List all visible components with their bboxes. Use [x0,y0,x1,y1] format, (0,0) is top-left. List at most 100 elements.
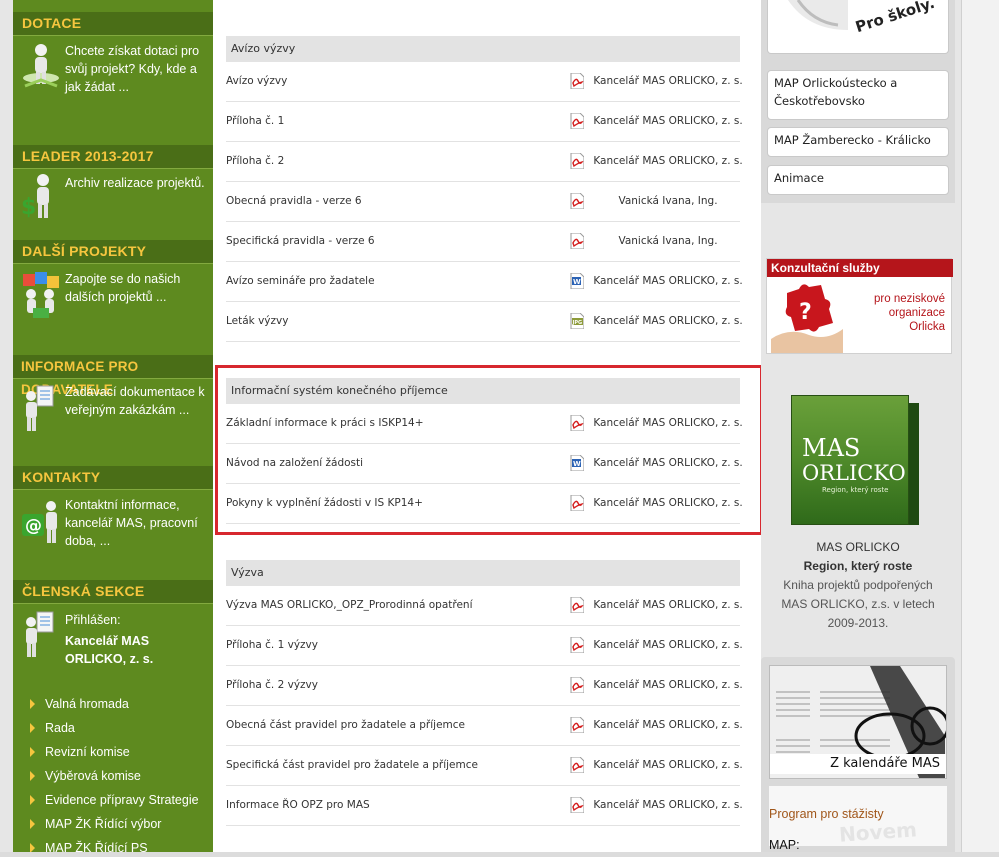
document-author: Vanická Ivana, Ing. [618,235,718,247]
document-name-link[interactable]: Obecná část pravidel pro žadatele a příj… [226,719,465,731]
document-name-link[interactable]: Příloha č. 1 výzvy [226,639,318,651]
document-person-icon [26,385,54,431]
pdf-icon[interactable] [570,152,585,170]
menu-map-zk-ridici-vybor[interactable]: MAP ŽK Řídící výbor [30,814,161,834]
pdf-icon[interactable] [570,636,585,654]
svg-text:W: W [573,278,581,286]
arrow-right-icon [30,795,35,805]
document-name-link[interactable]: Informace ŘO OPZ pro MAS [226,799,370,811]
kalendar-banner[interactable]: Z kalendáře MAS [769,665,947,779]
document-name-link[interactable]: Avízo semináře pro žadatele [226,275,375,287]
block-header-vyzva: Výzva [226,560,740,586]
link-map-orlickoustecko[interactable]: MAP Orlickoústecko a Českotřebovsko [767,70,949,120]
pdf-icon[interactable] [570,192,585,210]
section-title-dalsi-projekty[interactable]: DALŠÍ PROJEKTY [13,240,213,263]
document-row[interactable]: Příloha č. 1 výzvy Kancelář MAS ORLICKO, … [226,626,743,666]
section-text-kontakty[interactable]: Kontaktní informace, kancelář MAS, praco… [65,496,211,550]
document-row[interactable]: Obecná pravidla - verze 6 Vanická Ivana, … [226,182,740,222]
document-author: Kancelář MAS ORLICKO, z. s. [593,719,743,731]
document-name-link[interactable]: Příloha č. 2 výzvy [226,679,318,691]
section-text-dodavatele[interactable]: Zadávací dokumentace k veřejným zakázkám… [65,383,211,419]
money-person-icon: $ [21,174,49,220]
pro-skoly-banner[interactable]: Pro školy. [767,0,949,54]
svg-text:JPG: JPG [572,320,583,326]
document-row[interactable]: Obecná část pravidel pro žadatele a příj… [226,706,743,746]
section-title-dotace[interactable]: DOTACE [13,12,213,35]
book-title: MAS ORLICKO [816,540,900,554]
pdf-icon[interactable] [570,756,585,774]
book-cover[interactable]: MAS ORLICKO Region, který roste [791,395,919,525]
pdf-icon[interactable] [570,676,585,694]
document-name-link[interactable]: Příloha č. 1 [226,115,284,127]
document-name-link[interactable]: Obecná pravidla - verze 6 [226,195,362,207]
document-row[interactable]: Výzva MAS ORLICKO,_OPZ_Prorodinná opatře… [226,586,743,626]
document-name-link[interactable]: Avízo výzvy [226,75,287,87]
pdf-icon[interactable] [570,716,585,734]
document-row[interactable]: Příloha č. 1 Kancelář MAS ORLICKO, z. s. [226,102,743,142]
jpg-icon[interactable]: JPG [570,312,585,330]
section-text-leader[interactable]: Archiv realizace projektů. [65,174,211,192]
konzultacni-sluzby-banner[interactable]: Konzultační služby ? pro neziskové organ… [766,258,953,354]
pdf-icon[interactable] [570,596,585,614]
pdf-icon[interactable] [570,72,585,90]
book-subtitle: Region, který roste [803,559,913,573]
section-title-kontakty[interactable]: KONTAKTY [13,466,213,489]
link-animace[interactable]: Animace [767,165,949,195]
email-at-icon: @ [22,501,57,543]
svg-text:$: $ [21,195,36,220]
document-row[interactable]: Specifická pravidla - verze 6 Vanická Iva… [226,222,740,262]
member-person-icon [26,611,54,657]
document-author: Kancelář MAS ORLICKO, z. s. [593,155,743,167]
document-author: Kancelář MAS ORLICKO, z. s. [593,115,743,127]
section-text-dotace[interactable]: Chcete získat dotaci pro svůj projekt? K… [65,42,211,96]
document-row[interactable]: Avízo semináře pro žadatele W Kancelář MAS… [226,262,743,302]
document-author: Kancelář MAS ORLICKO, z. s. [593,75,743,87]
document-name-link[interactable]: Příloha č. 2 [226,155,284,167]
svg-text:@: @ [25,516,42,536]
section-text-dalsi-projekty[interactable]: Zapojte se do našich dalších projektů ..… [65,270,211,306]
document-author: Kancelář MAS ORLICKO, z. s. [593,315,743,327]
document-name-link[interactable]: Leták výzvy [226,315,288,327]
menu-revizni-komise[interactable]: Revizní komise [30,742,130,762]
bottom-edge [0,852,999,857]
left-sidebar: DOTACE Chcete získat dotaci pro svůj pro… [13,0,213,857]
word-icon[interactable]: W [570,272,585,290]
menu-evidence-strategie[interactable]: Evidence přípravy Strategie [30,790,199,810]
puzzle-hand-icon: ? [771,284,843,353]
document-row[interactable]: Specifická část pravidel pro žadatele a … [226,746,743,786]
highlight-frame [215,365,763,535]
logged-user: Kancelář MAS ORLICKO, z. s. [65,634,154,666]
menu-valna-hromada[interactable]: Valná hromada [30,694,129,714]
section-title-dodavatele[interactable]: INFORMACE PRO DODAVATELE [13,355,213,397]
block-header-avizo: Avízo výzvy [226,36,740,62]
arrow-right-icon [30,771,35,781]
document-row[interactable]: Příloha č. 2 výzvy Kancelář MAS ORLICKO, … [226,666,743,706]
section-title-leader[interactable]: LEADER 2013-2017 [13,145,213,168]
pdf-icon[interactable] [570,796,585,814]
document-row[interactable]: Avízo výzvy Kancelář MAS ORLICKO, z. s. [226,62,743,102]
document-row[interactable]: Leták výzvy JPG Kancelář MAS ORLICKO, z. s… [226,302,743,342]
program-title[interactable]: Program pro stážisty [769,807,884,821]
document-row[interactable]: Příloha č. 2 Kancelář MAS ORLICKO, z. s. [226,142,743,182]
document-name-link[interactable]: Specifická pravidla - verze 6 [226,235,375,247]
menu-vyberova-komise[interactable]: Výběrová komise [30,766,141,786]
konzultace-text: pro neziskové organizace Orlicka [874,293,945,333]
book-description: Kniha projektů podpořených MAS ORLICKO, … [781,578,935,630]
document-name-link[interactable]: Výzva MAS ORLICKO,_OPZ_Prorodinná opatře… [226,599,473,611]
document-author: Kancelář MAS ORLICKO, z. s. [593,275,743,287]
program-watermark: Novem [838,817,918,846]
pdf-icon[interactable] [570,112,585,130]
document-row[interactable]: Informace ŘO OPZ pro MAS Kancelář MAS ORL… [226,786,743,826]
arrow-right-icon [30,747,35,757]
page-scrollbar[interactable] [961,0,999,857]
link-map-zamberecko[interactable]: MAP Žamberecko - Králicko [767,127,949,157]
pdf-icon[interactable] [570,232,585,250]
document-author: Kancelář MAS ORLICKO, z. s. [593,799,743,811]
section-title-clenska-sekce[interactable]: ČLENSKÁ SEKCE [13,580,213,603]
document-name-link[interactable]: Specifická část pravidel pro žadatele a … [226,759,478,771]
book-caption: MAS ORLICKO Region, který roste Kniha pr… [761,538,955,633]
map-label: MAP: [769,838,800,852]
person-icon [23,44,59,88]
document-author: Kancelář MAS ORLICKO, z. s. [593,679,743,691]
menu-rada[interactable]: Rada [30,718,75,738]
